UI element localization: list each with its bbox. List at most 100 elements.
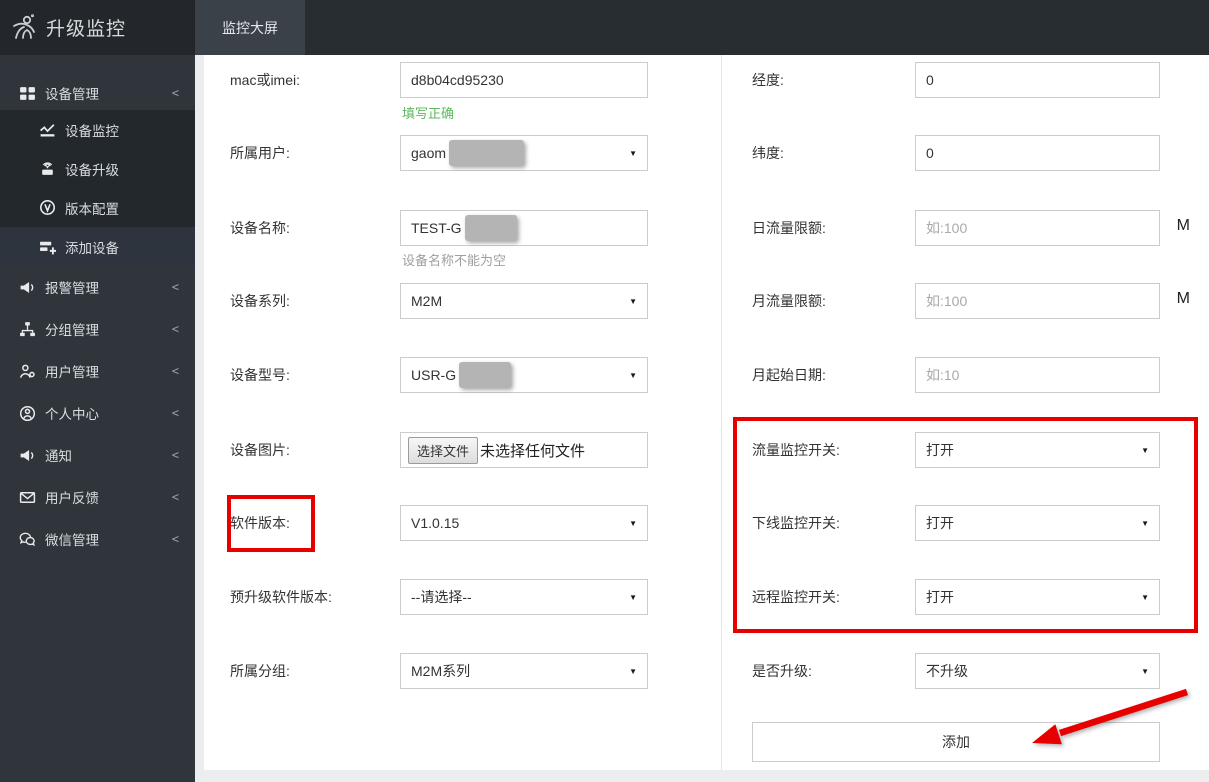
chevron-left-icon: <	[171, 86, 179, 100]
sidebar-item-label: 用户管理	[45, 365, 99, 380]
latitude-label: 纬度:	[752, 145, 784, 161]
sidebar-item-label: 通知	[45, 449, 72, 464]
device-name-label: 设备名称:	[230, 220, 290, 236]
form-row: 下线监控开关: 打开 ▼	[752, 505, 1160, 541]
app-window: 升级监控 监控大屏 设备管理 < 设备监控 设备升级 版本配置 添加设备 报警管…	[0, 0, 1209, 782]
sidebar-item-alarm-mgmt[interactable]: 报警管理 <	[0, 266, 195, 308]
unit-suffix: M	[1176, 290, 1190, 307]
redaction-box	[464, 215, 517, 241]
sidebar-item-label: 微信管理	[45, 533, 99, 548]
logo-icon	[13, 13, 35, 39]
select-caret-icon: ▼	[629, 148, 637, 158]
choose-file-button[interactable]: 选择文件	[408, 436, 479, 464]
group-label: 所属分组:	[230, 663, 290, 679]
sidebar-item-label: 添加设备	[65, 240, 119, 256]
sidebar-item-group-mgmt[interactable]: 分组管理 <	[0, 308, 195, 350]
owner-user-label: 所属用户:	[230, 145, 290, 161]
chart-line-icon	[40, 124, 55, 137]
longitude-label: 经度:	[752, 72, 784, 88]
form-row: 预升级软件版本: --请选择-- ▼	[230, 579, 648, 615]
select-caret-icon: ▼	[629, 592, 637, 602]
month-start-day-input[interactable]: 如:10	[915, 357, 1160, 393]
sidebar-item-user-feedback[interactable]: 用户反馈 <	[0, 476, 195, 518]
no-file-chosen-text: 未选择任何文件	[480, 442, 586, 460]
unit-suffix: M	[1176, 217, 1190, 234]
pre-upgrade-version-select[interactable]: --请选择-- ▼	[400, 579, 648, 615]
form-row: 日流量限额: 如:100 M	[752, 210, 1190, 246]
sidebar-item-version-config[interactable]: 版本配置	[0, 188, 195, 227]
select-caret-icon: ▼	[1141, 592, 1149, 602]
sidebar-item-label: 个人中心	[45, 407, 99, 422]
brand: 升级监控	[0, 0, 195, 55]
sidebar-item-personal-center[interactable]: 个人中心 <	[0, 392, 195, 434]
latitude-input[interactable]: 0	[915, 135, 1160, 171]
form-row: 设备图片: 选择文件 未选择任何文件	[230, 432, 648, 468]
wechat-icon	[19, 532, 36, 546]
offline-monitor-switch-select[interactable]: 打开 ▼	[915, 505, 1160, 541]
brand-title: 升级监控	[46, 19, 127, 40]
select-caret-icon: ▼	[629, 518, 637, 528]
form-row: 设备系列: M2M ▼	[230, 283, 648, 319]
form-row: 所属用户: gaom ▼	[230, 135, 648, 171]
select-caret-icon: ▼	[629, 370, 637, 380]
device-model-label: 设备型号:	[230, 367, 290, 383]
longitude-input[interactable]: 0	[915, 62, 1160, 98]
user-gear-icon	[19, 364, 35, 378]
mac-imei-input[interactable]: d8b04cd95230	[400, 62, 648, 98]
form-row: 是否升级: 不升级 ▼	[752, 653, 1160, 689]
traffic-monitor-switch-select[interactable]: 打开 ▼	[915, 432, 1160, 468]
sidebar-item-label: 分组管理	[45, 323, 99, 338]
device-image-label: 设备图片:	[230, 442, 290, 458]
device-image-file-input[interactable]: 选择文件 未选择任何文件	[400, 432, 648, 468]
select-caret-icon: ▼	[629, 296, 637, 306]
group-select[interactable]: M2M系列 ▼	[400, 653, 648, 689]
upgrade-flag-label: 是否升级:	[752, 663, 812, 679]
device-model-select[interactable]: USR-G ▼	[400, 357, 648, 393]
select-caret-icon: ▼	[1141, 518, 1149, 528]
monthly-traffic-limit-label: 月流量限额:	[752, 293, 826, 309]
sitemap-icon	[20, 321, 35, 336]
chevron-left-icon: <	[171, 322, 179, 336]
chevron-left-icon: <	[171, 490, 179, 504]
daily-traffic-limit-label: 日流量限额:	[752, 220, 826, 236]
owner-user-select[interactable]: gaom ▼	[400, 135, 648, 171]
sidebar-item-add-device[interactable]: 添加设备	[0, 227, 195, 266]
sidebar-item-label: 设备监控	[65, 123, 119, 139]
form-row: 月流量限额: 如:100 M	[752, 283, 1190, 319]
sidebar-item-label: 报警管理	[45, 281, 99, 296]
tab-monitor-screen[interactable]: 监控大屏	[195, 0, 305, 55]
sidebar-item-label: 用户反馈	[45, 491, 99, 506]
sidebar-submenu: 设备监控 设备升级 版本配置 添加设备	[0, 110, 195, 266]
form-row: 设备型号: USR-G ▼	[230, 357, 648, 393]
sidebar-item-notifications[interactable]: 通知 <	[0, 434, 195, 476]
monthly-traffic-limit-input[interactable]: 如:100	[915, 283, 1160, 319]
sidebar-item-label: 设备管理	[45, 87, 99, 102]
remote-monitor-switch-label: 远程监控开关:	[752, 589, 840, 605]
remote-monitor-switch-select[interactable]: 打开 ▼	[915, 579, 1160, 615]
sidebar-item-wechat-mgmt[interactable]: 微信管理 <	[0, 518, 195, 560]
software-version-select[interactable]: V1.0.15 ▼	[400, 505, 648, 541]
tab-monitor-screen-label: 监控大屏	[222, 19, 278, 36]
sidebar-item-device-upgrade[interactable]: 设备升级	[0, 149, 195, 188]
device-name-input[interactable]: TEST-G	[400, 210, 648, 246]
form-row: 流量监控开关: 打开 ▼	[752, 432, 1160, 468]
chevron-left-icon: <	[171, 448, 179, 462]
chevron-left-icon: <	[171, 364, 179, 378]
redaction-box	[449, 140, 525, 166]
add-button[interactable]: 添加	[752, 722, 1160, 762]
select-caret-icon: ▼	[1141, 666, 1149, 676]
software-version-label: 软件版本:	[230, 515, 290, 531]
sidebar: 设备管理 < 设备监控 设备升级 版本配置 添加设备 报警管理 < 分组管理 <…	[0, 55, 195, 782]
megaphone-icon	[20, 449, 34, 461]
upgrade-flag-select[interactable]: 不升级 ▼	[915, 653, 1160, 689]
form-row: 远程监控开关: 打开 ▼	[752, 579, 1160, 615]
device-series-select[interactable]: M2M ▼	[400, 283, 648, 319]
form-row: 所属分组: M2M系列 ▼	[230, 653, 648, 689]
sidebar-item-user-mgmt[interactable]: 用户管理 <	[0, 350, 195, 392]
form-row: 软件版本: V1.0.15 ▼	[230, 505, 648, 541]
grid-icon	[20, 86, 35, 100]
sidebar-item-device-monitor[interactable]: 设备监控	[0, 110, 195, 149]
select-caret-icon: ▼	[1141, 445, 1149, 455]
daily-traffic-limit-input[interactable]: 如:100	[915, 210, 1160, 246]
sidebar-item-device-mgmt[interactable]: 设备管理 <	[0, 78, 195, 108]
